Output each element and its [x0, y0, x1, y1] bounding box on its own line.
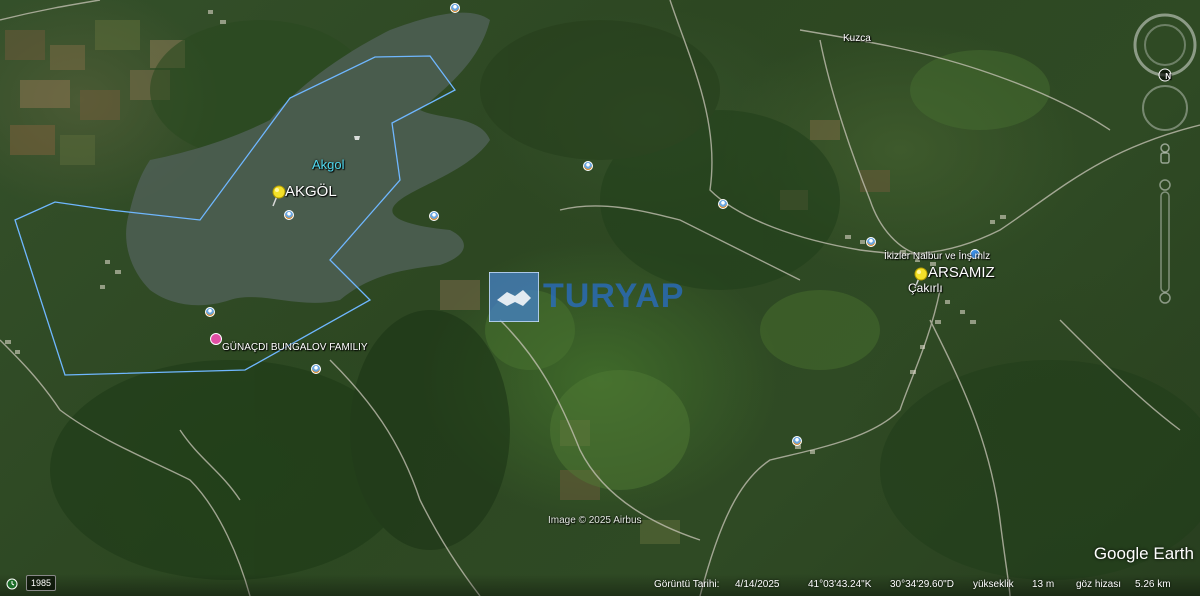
- zoom-slider[interactable]: [1159, 179, 1171, 304]
- boat-icon: [354, 136, 360, 140]
- google-earth-logo: Google Earth: [1093, 544, 1194, 563]
- poi-marker[interactable]: [583, 161, 593, 171]
- akgol-placemark-label[interactable]: AKGÖL: [285, 183, 337, 200]
- cakirli-village-label: Çakırlı: [908, 281, 943, 295]
- poi-marker[interactable]: [429, 211, 439, 221]
- poi-marker[interactable]: [450, 3, 460, 13]
- status-bar: [0, 574, 1200, 596]
- akgol-pushpin-icon[interactable]: [268, 184, 286, 208]
- poi-marker[interactable]: [205, 307, 215, 317]
- eye-altitude-value: 5.26 km: [1135, 579, 1171, 590]
- compass-north-label: N: [1165, 72, 1171, 81]
- street-view-pegman-icon[interactable]: [1160, 143, 1170, 164]
- navigation-controls[interactable]: [1130, 0, 1200, 320]
- ikizler-business-label[interactable]: İkizler Nalbur ve İnş.mlz: [884, 251, 990, 262]
- longitude-readout: 30°34'29.60"D: [890, 579, 954, 590]
- historical-year-badge[interactable]: 1985: [26, 575, 57, 591]
- poi-marker[interactable]: [311, 364, 321, 374]
- poi-marker[interactable]: [284, 210, 294, 220]
- imagery-credit: Image © 2025 Airbus: [548, 515, 642, 526]
- watermark-text: TURYAP: [543, 277, 685, 315]
- look-joystick-icon[interactable]: [1142, 85, 1188, 131]
- lake-label: Akgol: [312, 157, 345, 172]
- poi-marker[interactable]: [866, 237, 876, 247]
- eye-altitude-label: göz hizası: [1076, 579, 1122, 590]
- satellite-map[interactable]: Akgol AKGÖL ARSAMIZ Çakırlı Kuzca İkizle…: [0, 0, 1200, 596]
- kuzca-village-label: Kuzca: [843, 33, 871, 44]
- elevation-value: 13 m: [1032, 579, 1055, 590]
- turyap-watermark: TURYAP: [489, 272, 714, 322]
- poi-pink-marker[interactable]: [210, 333, 222, 345]
- historical-imagery-clock-icon[interactable]: [6, 578, 18, 590]
- poi-marker[interactable]: [792, 436, 802, 446]
- handshake-logo-icon: [489, 272, 539, 322]
- gunacdi-business-label[interactable]: GÜNAÇDI BUNGALOV FAMILIY: [222, 342, 368, 353]
- imagery-date-value: 4/14/2025: [735, 579, 780, 590]
- elevation-label: yükseklik: [973, 579, 1014, 590]
- arsamiz-placemark-label[interactable]: ARSAMIZ: [928, 264, 995, 281]
- latitude-readout: 41°03'43.24"K: [808, 579, 872, 590]
- imagery-date-label: Görüntü Tarihi:: [654, 579, 720, 590]
- poi-marker[interactable]: [718, 199, 728, 209]
